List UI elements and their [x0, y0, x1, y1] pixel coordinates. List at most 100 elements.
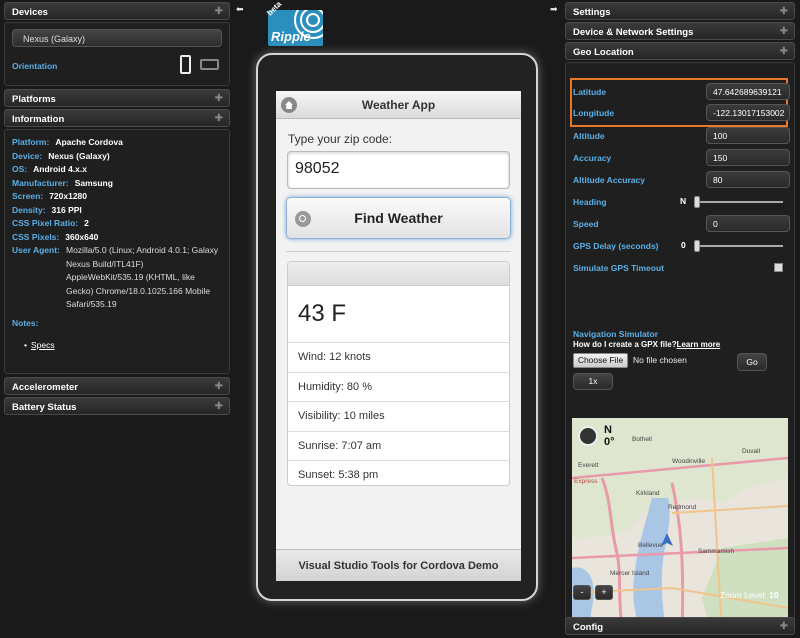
app-title: Weather App: [361, 98, 436, 112]
gpx-question: How do I create a GPX file?Learn more: [573, 340, 720, 349]
info-row: Manufacturer: Samsung: [12, 177, 222, 191]
panel-header-battery[interactable]: Battery Status ✚: [4, 397, 230, 415]
altitude-row: Altitude 100: [573, 127, 790, 145]
map-label: Express: [574, 478, 598, 485]
latitude-row: Latitude 47.642689639121: [573, 83, 790, 101]
learn-more-link[interactable]: Learn more: [677, 340, 721, 349]
info-row: Density: 316 PPI: [12, 204, 222, 218]
logo-square: Ripple: [268, 10, 323, 46]
map-view[interactable]: N 0° Duvall Kirkland Redmond Bellevue Sa…: [572, 418, 788, 634]
no-file-label: No file chosen: [633, 355, 687, 365]
altitude-input[interactable]: 100: [706, 127, 790, 144]
gps-delay-value: 0: [681, 240, 686, 250]
panel-header-information[interactable]: Information ✚: [4, 109, 230, 127]
collapse-icon[interactable]: ✚: [215, 113, 223, 124]
devices-panel: Nexus (Galaxy) Orientation: [4, 22, 230, 86]
zip-input[interactable]: 98052: [287, 151, 510, 189]
collapse-right-arrow-icon[interactable]: ➡: [550, 4, 558, 15]
expand-icon[interactable]: ✚: [780, 6, 788, 17]
zoom-in-button[interactable]: +: [595, 585, 613, 600]
geo-panel: Latitude 47.642689639121 Longitude -122.13…: [565, 62, 795, 635]
zoom-level: Zoom Level: 10: [720, 590, 779, 600]
panel-title: Information: [12, 114, 65, 125]
info-key: Device:: [12, 150, 43, 161]
weather-detail: Humidity: 80 %: [288, 373, 509, 402]
panel-title: Battery Status: [12, 402, 77, 413]
heading-slider[interactable]: [694, 196, 783, 208]
longitude-row: Longitude -122.13017153002: [573, 104, 790, 122]
slider-handle[interactable]: [694, 240, 700, 252]
file-input[interactable]: Choose File No file chosen: [573, 353, 735, 369]
navigation-simulator-label: Navigation Simulator: [573, 329, 659, 339]
accuracy-row: Accuracy 150: [573, 149, 790, 167]
app-screen: Weather App Type your zip code: 98052 Fi…: [276, 91, 521, 581]
home-icon[interactable]: [281, 97, 297, 113]
expand-icon[interactable]: ✚: [780, 621, 788, 632]
device-select[interactable]: Nexus (Galaxy): [12, 29, 222, 47]
find-weather-button[interactable]: Find Weather: [286, 197, 511, 239]
weather-results: 43 F Wind: 12 knots Humidity: 80 % Visib…: [287, 261, 510, 486]
expand-icon[interactable]: ✚: [215, 93, 223, 104]
choose-file-button[interactable]: Choose File: [573, 353, 628, 368]
heading-label: Heading: [573, 197, 607, 207]
device-frame: Weather App Type your zip code: 98052 Fi…: [256, 53, 538, 601]
info-key: CSS Pixel Ratio:: [12, 218, 79, 228]
panel-header-settings[interactable]: Settings ✚: [565, 2, 795, 20]
slider-handle[interactable]: [694, 196, 700, 208]
compass-heading-degrees: 0°: [604, 436, 615, 448]
panel-header-config[interactable]: Config ✚: [565, 617, 795, 635]
zip-label: Type your zip code:: [288, 132, 393, 146]
altitude-accuracy-label: Altitude Accuracy: [573, 175, 645, 185]
accuracy-input[interactable]: 150: [706, 149, 790, 166]
zoom-out-button[interactable]: -: [573, 585, 591, 600]
longitude-input[interactable]: -122.13017153002: [706, 104, 790, 121]
compass-heading-letter: N: [604, 424, 612, 436]
info-value: Apache Cordova: [55, 137, 123, 147]
panel-title: Accelerometer: [12, 382, 79, 393]
collapse-icon[interactable]: ✚: [215, 6, 223, 17]
panel-header-platforms[interactable]: Platforms ✚: [4, 89, 230, 107]
panel-header-network[interactable]: Device & Network Settings ✚: [565, 22, 795, 40]
speed-multiplier-button[interactable]: 1x: [573, 373, 613, 390]
latitude-input[interactable]: 47.642689639121: [706, 83, 790, 100]
weather-detail: Sunrise: 7:07 am: [288, 432, 509, 461]
compass-widget: N 0°: [578, 424, 622, 452]
compass-icon: [578, 426, 598, 446]
map-label: Bellevue: [638, 542, 663, 549]
panel-header-geo[interactable]: Geo Location ✚: [565, 42, 795, 60]
app-header: Weather App: [276, 91, 521, 119]
altitude-accuracy-row: Altitude Accuracy 80: [573, 171, 790, 189]
divider: [286, 251, 511, 252]
info-value: 720x1280: [49, 191, 88, 201]
map-label: Redmond: [668, 504, 697, 511]
panel-title: Device & Network Settings: [573, 27, 694, 38]
collapse-icon[interactable]: ✚: [780, 46, 788, 57]
panel-header-accelerometer[interactable]: Accelerometer ✚: [4, 377, 230, 395]
right-panel-column: Settings ✚ Device & Network Settings ✚ Geo…: [565, 2, 795, 638]
info-key: Screen:: [12, 191, 44, 201]
specs-link[interactable]: Specs: [31, 340, 222, 350]
info-value: 316 PPI: [51, 204, 82, 215]
go-button[interactable]: Go: [737, 353, 767, 371]
info-value: 2: [84, 218, 89, 228]
app-footer: Visual Studio Tools for Cordova Demo: [276, 549, 521, 581]
temperature: 43 F: [288, 286, 509, 343]
notes-label: Notes:: [12, 317, 39, 328]
orientation-label: Orientation: [12, 61, 58, 71]
info-key: Platform:: [12, 137, 50, 147]
expand-icon[interactable]: ✚: [215, 401, 223, 412]
speed-input[interactable]: 0: [706, 215, 790, 232]
information-panel: Platform: Apache Cordova Device: Nexus (Ga…: [4, 129, 230, 374]
expand-icon[interactable]: ✚: [215, 381, 223, 392]
collapse-left-arrow-icon[interactable]: ⬅: [236, 4, 244, 15]
gps-delay-slider[interactable]: [694, 240, 783, 252]
panel-header-devices[interactable]: Devices ✚: [4, 2, 230, 20]
landscape-icon[interactable]: [200, 59, 219, 70]
gps-timeout-checkbox[interactable]: [774, 263, 783, 272]
info-key: CSS Pixels:: [12, 231, 60, 242]
portrait-icon[interactable]: [180, 55, 191, 74]
altitude-accuracy-input[interactable]: 80: [706, 171, 790, 188]
map-label: Woodinville: [672, 458, 706, 465]
expand-icon[interactable]: ✚: [780, 26, 788, 37]
weather-detail: Wind: 12 knots: [288, 343, 509, 373]
